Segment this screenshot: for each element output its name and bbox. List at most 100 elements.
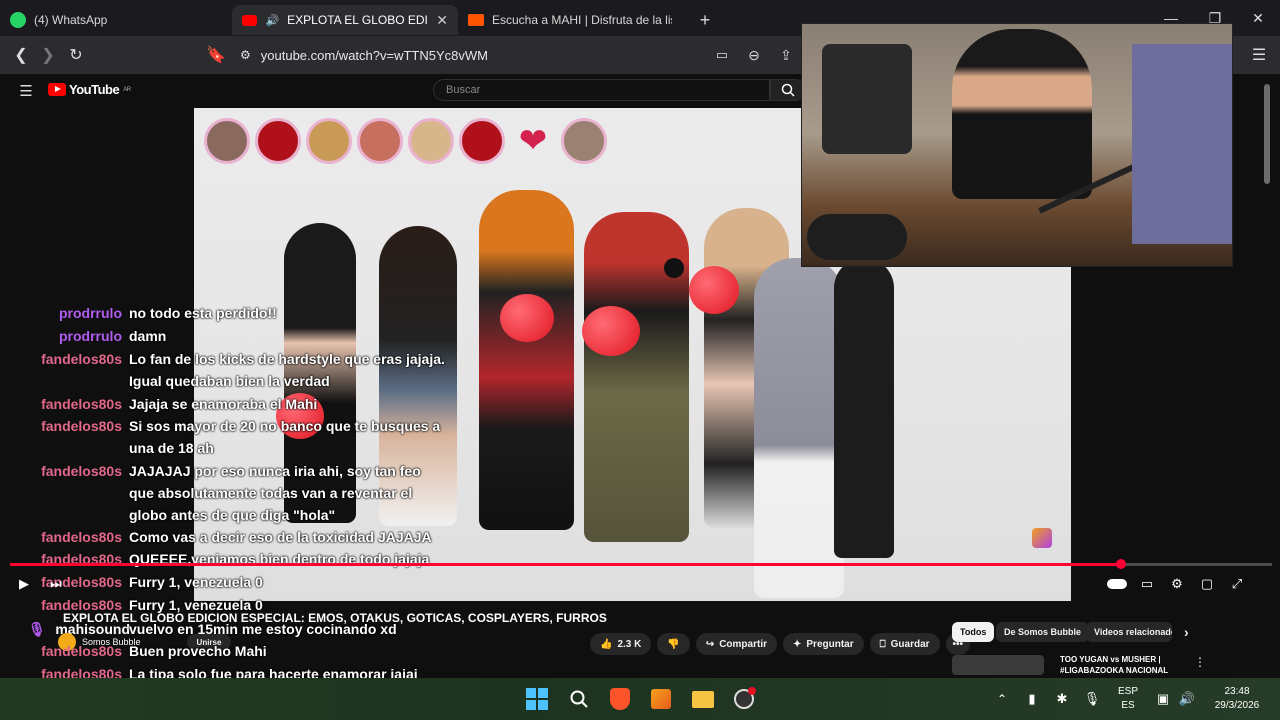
back-icon[interactable]: ❮	[7, 41, 35, 69]
cast-icon[interactable]: ▭	[708, 41, 736, 69]
bluetooth-icon[interactable]: ✱	[1052, 678, 1072, 720]
search-taskbar-icon[interactable]	[567, 687, 591, 711]
show-hidden-icons[interactable]: ⌃	[992, 678, 1012, 720]
red-balloon	[689, 266, 739, 314]
like-button[interactable]: 👍 2.3 K	[590, 633, 652, 655]
soundcloud-icon	[468, 14, 484, 26]
tab-label: (4) WhatsApp	[34, 13, 108, 27]
save-button[interactable]: ⎕ Guardar	[869, 633, 940, 655]
chat-username: fandelos80s	[41, 643, 122, 659]
play-icon[interactable]: ▶	[13, 575, 35, 593]
fullscreen-icon[interactable]: ⤢	[1226, 575, 1248, 593]
search-icon	[570, 690, 588, 708]
settings-gear-icon[interactable]: ⚙	[1166, 575, 1188, 593]
youtube-logo[interactable]: YouTube AR	[48, 82, 131, 97]
microphone-tray-icon[interactable]: 🎙	[1082, 678, 1102, 720]
theater-mode-icon[interactable]: ▢	[1196, 575, 1218, 593]
next-icon[interactable]: ⏭	[45, 575, 67, 593]
chat-text: no todo esta perdido!!	[129, 305, 277, 321]
url-text: youtube.com/watch?v=wTTN5Yc8vWM	[260, 47, 488, 63]
progress-scrubber[interactable]	[1115, 559, 1126, 569]
tab-youtube-video[interactable]: 🔊 EXPLOTA EL GLOBO EDICION ✕	[232, 5, 458, 35]
brave-browser-icon[interactable]	[608, 687, 632, 711]
close-tab-icon[interactable]: ✕	[436, 12, 448, 29]
chip-de-somos-bubble[interactable]: De Somos Bubble	[996, 622, 1090, 642]
red-balloon	[500, 294, 554, 342]
video-progress-bar[interactable]	[10, 559, 1272, 569]
more-vertical-icon[interactable]: ⋮	[1194, 655, 1206, 669]
chat-username: prodrrulo	[59, 328, 122, 344]
chat-username: fandelos80s	[41, 463, 122, 479]
logo-text: YouTube	[69, 82, 120, 97]
menu-icon[interactable]: ☰	[1245, 41, 1273, 69]
new-tab-button[interactable]: +	[690, 5, 720, 35]
clock[interactable]: 23:48 29/3/2026	[1204, 678, 1270, 720]
file-explorer-icon[interactable]	[691, 687, 715, 711]
language-bottom: ES	[1121, 700, 1135, 711]
ask-button[interactable]: ✦ Preguntar	[783, 633, 864, 655]
reload-icon[interactable]: ↻	[62, 41, 90, 69]
clock-date: 29/3/2026	[1214, 700, 1260, 711]
chat-text: Si sos mayor de 20 no banco que te busqu…	[129, 418, 441, 434]
chat-text: que absolutamente todas van a reventar e…	[129, 485, 413, 501]
subtitles-icon[interactable]: ▭	[1136, 575, 1158, 593]
mouse	[807, 214, 907, 260]
person-figure	[754, 258, 844, 598]
contestant-avatars: ❤	[204, 118, 607, 164]
network-icon[interactable]: ▣	[1152, 678, 1174, 720]
recording-dot-icon	[748, 687, 756, 695]
chat-username: fandelos80s	[41, 351, 122, 367]
ask-label: Preguntar	[806, 638, 854, 650]
microphone	[664, 258, 684, 278]
search-icon	[781, 83, 795, 97]
site-settings-icon[interactable]: ⚙	[240, 48, 251, 62]
close-window-icon[interactable]: ✕	[1236, 0, 1280, 36]
chevron-right-icon[interactable]: ›	[1176, 622, 1197, 642]
windows-logo	[526, 688, 548, 710]
channel-watermark-icon	[1032, 528, 1052, 548]
windows-start-icon[interactable]	[525, 687, 549, 711]
volume-icon[interactable]: 🔊	[1176, 678, 1198, 720]
chip-videos-relacionados[interactable]: Videos relacionado	[1086, 622, 1172, 642]
red-balloon	[582, 306, 640, 356]
autoplay-toggle[interactable]	[1106, 575, 1128, 593]
bookmark-save-icon: ⎕	[879, 638, 886, 650]
scrollbar-thumb[interactable]	[1264, 84, 1270, 184]
logo-country: AR	[123, 86, 131, 93]
chip-todos[interactable]: Todos	[952, 622, 995, 642]
person-figure	[479, 190, 574, 530]
microphone-badge-icon: 🎙	[28, 621, 46, 637]
contestant-avatar	[408, 118, 454, 164]
share-icon[interactable]: ⇪	[772, 41, 800, 69]
contestant-avatar	[255, 118, 301, 164]
youtube-icon	[242, 14, 258, 26]
tab-soundcloud[interactable]: Escucha a MAHI | Disfruta de la lista	[458, 5, 690, 35]
chat-text: globo antes de que diga "hola"	[129, 507, 336, 523]
chat-username: fandelos80s	[41, 418, 122, 434]
dislike-button[interactable]: 👎	[657, 633, 690, 655]
chat-text: Igual quedaban bien la verdad	[129, 373, 330, 389]
forward-icon[interactable]: ❯	[34, 41, 62, 69]
tab-whatsapp[interactable]: (4) WhatsApp	[0, 5, 232, 35]
mystery-heart-icon: ❤	[518, 122, 548, 160]
contestant-avatar	[357, 118, 403, 164]
hamburger-menu-icon[interactable]: ☰	[12, 77, 40, 105]
whatsapp-icon	[10, 12, 26, 28]
chat-text: Jajaja se enamoraba el Mahi	[129, 396, 318, 412]
contestant-avatar	[459, 118, 505, 164]
chat-username: fandelos80s	[41, 396, 122, 412]
share-arrow-icon: ↪	[705, 638, 715, 650]
obs-studio-icon[interactable]	[732, 687, 756, 711]
language-indicator[interactable]: ESP ES	[1112, 678, 1144, 720]
fl-studio-icon[interactable]	[649, 687, 673, 711]
zoom-icon[interactable]: ⊖	[740, 41, 768, 69]
chat-username: fandelos80s	[41, 529, 122, 545]
search-input[interactable]: Buscar	[433, 79, 770, 101]
usb-icon[interactable]: ▮	[1022, 678, 1042, 720]
share-button[interactable]: ↪ Compartir	[695, 633, 777, 655]
page-scrollbar[interactable]	[1262, 84, 1272, 674]
related-video-item[interactable]: TOO YUGAN vs MUSHER | #LIGABAZOOKA NACIO…	[952, 655, 1252, 675]
bookmark-icon[interactable]: 🔖	[202, 41, 230, 69]
chat-username: prodrrulo	[59, 305, 122, 321]
toggle-icon	[1107, 579, 1127, 589]
